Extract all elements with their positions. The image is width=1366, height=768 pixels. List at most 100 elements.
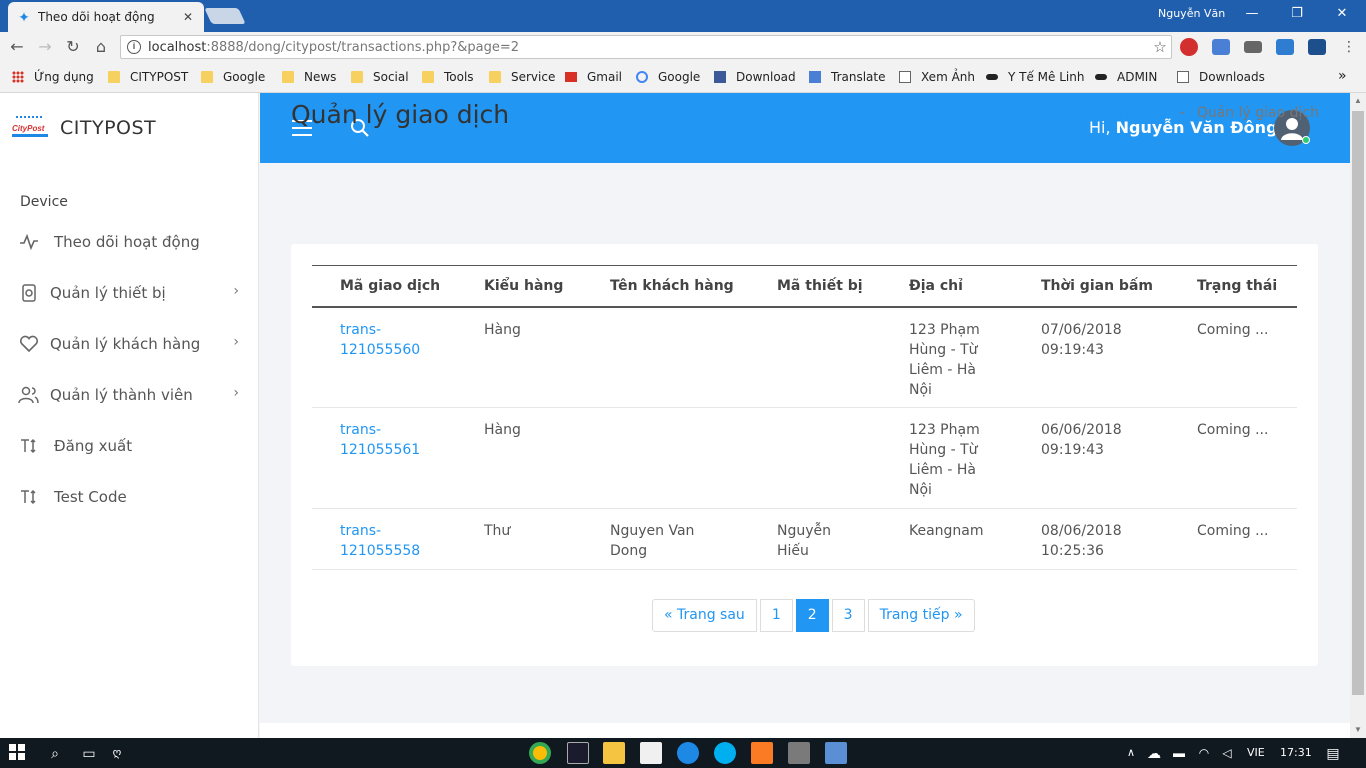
bookmark-label: Download	[736, 70, 796, 84]
pagination-next-button[interactable]: Trang tiếp »	[867, 599, 975, 632]
minimize-icon[interactable]: —	[1230, 3, 1274, 25]
xampp-icon[interactable]	[751, 742, 773, 764]
bookmarks-more-button[interactable]: »	[1338, 68, 1347, 84]
column-header[interactable]: Mã giao dịch	[312, 265, 456, 308]
sidebar-item-logout[interactable]: Đăng xuất	[0, 426, 259, 466]
sidebar-item-members[interactable]: Quản lý thành viên ›	[0, 375, 259, 415]
extension-icon-2[interactable]	[1308, 39, 1326, 55]
transaction-id-link[interactable]: trans- 121055561	[340, 422, 420, 458]
device-cell: Nguyễn Hiếu	[749, 508, 881, 570]
browser-profile-name[interactable]: Nguyễn Văn	[1158, 7, 1225, 20]
chevron-right-icon: ›	[233, 334, 239, 350]
text-size-icon	[18, 486, 40, 508]
bookmark-social[interactable]: Social	[351, 70, 409, 84]
tray-chevron-icon[interactable]: ∧	[1122, 744, 1140, 762]
home-icon[interactable]: ⌂	[90, 36, 112, 58]
extension-icon[interactable]	[1276, 39, 1294, 55]
chrome-menu-icon[interactable]: ⋮	[1338, 36, 1360, 58]
chevron-right-icon: ›	[233, 385, 239, 401]
device-cell	[749, 306, 881, 408]
new-tab-button[interactable]	[204, 8, 246, 24]
page-scrollbar[interactable]: ▲ ▼	[1350, 93, 1366, 738]
transaction-id-part: 121055561	[340, 442, 421, 458]
column-header[interactable]: Mã thiết bị	[749, 265, 881, 308]
restore-icon[interactable]: ❐	[1275, 3, 1319, 25]
phpstorm-taskbar-icon[interactable]	[567, 742, 589, 764]
input-language[interactable]: VIE	[1247, 746, 1265, 759]
bookmark-service[interactable]: Service	[489, 70, 555, 84]
bookmark-translate[interactable]: Translate	[809, 70, 886, 84]
translate-extension-icon[interactable]	[1212, 39, 1230, 55]
transaction-id-link[interactable]: trans- 121055560	[340, 322, 420, 358]
scroll-down-icon[interactable]: ▼	[1350, 722, 1366, 738]
pagination-page-3[interactable]: 3	[831, 599, 865, 632]
system-clock[interactable]: 17:31	[1280, 746, 1312, 759]
scrollbar-thumb[interactable]	[1352, 111, 1364, 695]
close-window-icon[interactable]: ✕	[1320, 3, 1364, 25]
pagination-page-2[interactable]: 2	[795, 599, 829, 632]
sidebar-item-devices[interactable]: Quản lý thiết bị ›	[0, 273, 259, 313]
edge-icon[interactable]	[677, 742, 699, 764]
tools-icon[interactable]	[788, 742, 810, 764]
forward-icon[interactable]: →	[34, 36, 56, 58]
taskbar-search-icon[interactable]: ⌕	[46, 744, 64, 762]
info-icon[interactable]: i	[127, 40, 141, 54]
reload-icon[interactable]: ↻	[62, 36, 84, 58]
notification-center-icon[interactable]: ▤	[1324, 744, 1342, 762]
bookmark-tools[interactable]: Tools	[422, 70, 474, 84]
task-view-icon[interactable]: ▭	[80, 744, 98, 762]
app-icon[interactable]	[825, 742, 847, 764]
tab-close-icon[interactable]: ✕	[180, 10, 196, 24]
cloud-icon[interactable]: ☁	[1145, 744, 1163, 762]
chrome-taskbar-icon[interactable]	[529, 742, 551, 764]
bookmark-apps[interactable]: Ứng dụng	[12, 70, 94, 84]
logo-area[interactable]: CityPost CITYPOST	[0, 93, 258, 163]
pagination-page-1[interactable]: 1	[759, 599, 793, 632]
bookmark-google-folder[interactable]: Google	[201, 70, 265, 84]
breadcrumb-home-link[interactable]: Trang chủ	[1098, 105, 1166, 121]
url-text[interactable]: localhost:8888/dong/citypost/transaction…	[148, 40, 1149, 55]
bookmark-admin[interactable]: ADMIN	[1095, 70, 1157, 84]
sidebar-item-test-code[interactable]: Test Code	[0, 477, 259, 517]
bookmark-google[interactable]: Google	[636, 70, 700, 84]
column-header[interactable]: Tên khách hàng	[582, 265, 749, 308]
windows-start-icon[interactable]	[8, 744, 26, 762]
column-header[interactable]: Thời gian bấm	[1013, 265, 1169, 308]
sidebar-item-customers[interactable]: Quản lý khách hàng ›	[0, 324, 259, 364]
bookmark-news[interactable]: News	[282, 70, 336, 84]
bookmark-label: Downloads	[1199, 70, 1265, 84]
address-bar[interactable]: i localhost:8888/dong/citypost/transacti…	[120, 35, 1172, 59]
scroll-up-icon[interactable]: ▲	[1350, 93, 1366, 109]
column-header[interactable]: Trạng thái	[1169, 265, 1297, 308]
back-icon[interactable]: ←	[6, 36, 28, 58]
date-text: 07/06/2018	[1041, 321, 1122, 338]
browser-tab-active[interactable]: ✦ Theo dõi hoạt động ✕	[8, 2, 204, 32]
transaction-id-link[interactable]: trans- 121055558	[340, 523, 420, 559]
keyboard-icon[interactable]: ღ	[108, 744, 126, 762]
address-cell: 123 Phạm Hùng - Từ Liêm - Hà Nội	[881, 306, 1013, 408]
battery-icon[interactable]: ▬	[1170, 744, 1188, 762]
bookmark-download[interactable]: Download	[714, 70, 796, 84]
page-footer	[260, 723, 1350, 738]
mail-extension-icon[interactable]	[1244, 41, 1262, 53]
store-icon[interactable]	[640, 742, 662, 764]
facebook-icon	[714, 71, 726, 83]
bookmark-citypost[interactable]: CITYPOST	[108, 70, 188, 84]
bookmark-star-icon[interactable]: ☆	[1149, 38, 1171, 56]
transaction-id-cell: trans- 121055561	[312, 407, 456, 509]
bookmark-gmail[interactable]: Gmail	[565, 70, 622, 84]
column-header[interactable]: Địa chỉ	[881, 265, 1013, 308]
column-header[interactable]: Kiểu hàng	[456, 265, 582, 308]
bookmark-y-te[interactable]: Y Tế Mê Linh	[986, 70, 1084, 84]
wifi-icon[interactable]: ◠	[1195, 744, 1213, 762]
table-row: trans- 121055561 Hàng 123 Phạm Hùng - Từ …	[312, 407, 1297, 509]
file-explorer-icon[interactable]	[603, 742, 625, 764]
adblock-icon[interactable]	[1180, 38, 1198, 56]
sidebar-item-activity[interactable]: Theo dõi hoạt động	[0, 222, 259, 262]
skype-icon[interactable]	[714, 742, 736, 764]
pagination-prev-button[interactable]: « Trang sau	[652, 599, 757, 632]
bookmark-xem-anh[interactable]: Xem Ảnh	[899, 70, 975, 84]
windows-taskbar: ⌕ ▭ ღ ∧ ☁ ▬ ◠ ◁ VIE 17:31 ▤	[0, 738, 1366, 768]
volume-icon[interactable]: ◁	[1218, 744, 1236, 762]
bookmark-downloads[interactable]: Downloads	[1177, 70, 1265, 84]
